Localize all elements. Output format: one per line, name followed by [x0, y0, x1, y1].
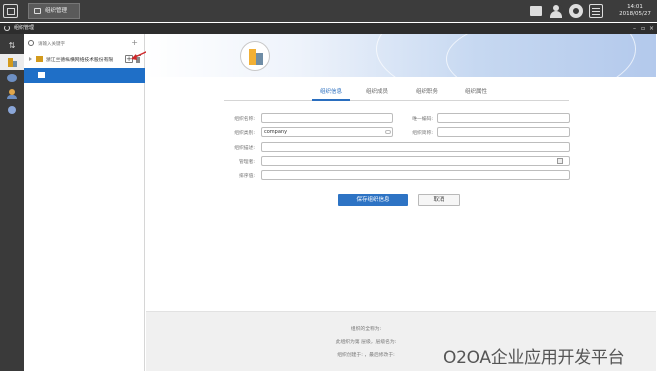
org-tree-panel: + 浙江兰德纵横网络技术股份有限 +: [24, 34, 145, 371]
manager-label: 管理者:: [238, 160, 255, 165]
mail-icon[interactable]: [529, 4, 543, 18]
platform-watermark: O2OA企业应用开发平台: [443, 348, 625, 368]
folder-icon: [36, 56, 43, 62]
org-avatar: [240, 41, 270, 71]
nav-role[interactable]: [0, 102, 24, 118]
home-logo-icon[interactable]: [3, 4, 18, 18]
tab-org-info[interactable]: 组织信息: [312, 87, 350, 95]
left-nav-rail: ⇅: [0, 34, 24, 371]
taskbar-item-label: 组织管理: [45, 8, 68, 14]
person-picker-icon[interactable]: [557, 158, 563, 164]
role-icon: [7, 105, 17, 115]
tab-org-attributes[interactable]: 组织属性: [457, 87, 495, 95]
group-icon: [7, 73, 17, 83]
description-label: 组织描述:: [234, 146, 255, 151]
refresh-icon[interactable]: [4, 25, 10, 31]
tree-node-root-org[interactable]: 浙江兰德纵横网络技术股份有限 +: [24, 52, 145, 67]
minimize-icon[interactable]: –: [633, 23, 636, 34]
window-icon: [34, 8, 41, 14]
nav-person[interactable]: [0, 86, 24, 102]
description-field[interactable]: [261, 142, 570, 152]
type-label: 组织类别:: [234, 131, 255, 136]
search-input[interactable]: [38, 39, 128, 49]
manager-field[interactable]: [261, 156, 570, 166]
sort-toggle[interactable]: ⇅: [0, 38, 24, 54]
tab-bar: 组织信息 组织成员 组织职务 组织属性: [146, 87, 656, 99]
type-selector-icon[interactable]: [385, 130, 391, 134]
summary-level: 此组织为第 层级，层级名为:: [335, 340, 397, 345]
cancel-button[interactable]: 取消: [418, 194, 460, 206]
clock: 14:01 2018/05/27: [615, 4, 655, 18]
window-title-bar: 组织管理 – ▫ ×: [0, 23, 657, 34]
name-label: 组织名称:: [234, 117, 255, 122]
tab-org-members[interactable]: 组织成员: [358, 87, 396, 95]
help-lifebuoy-icon[interactable]: [569, 4, 583, 18]
save-org-button[interactable]: 保存组织信息: [338, 194, 408, 206]
expand-caret-icon[interactable]: [29, 57, 32, 61]
sort-icon: ⇅: [8, 41, 16, 50]
restore-icon[interactable]: ▫: [641, 23, 645, 34]
org-detail-panel: 组织信息 组织成员 组织职务 组织属性 组织名称: 唯一编码: 组织类别: 组织…: [146, 34, 656, 371]
building-icon: [7, 57, 17, 67]
tree-node-label: 浙江兰德纵横网络技术股份有限: [46, 58, 114, 63]
clock-date: 2018/05/27: [619, 11, 651, 17]
tree-node-new-org[interactable]: [24, 68, 145, 83]
taskbar-item-org-management[interactable]: 组织管理: [28, 3, 80, 19]
active-tab-indicator: [312, 99, 350, 101]
short-name-field[interactable]: [437, 127, 570, 137]
top-bar: 组织管理 14:01 2018/05/27: [0, 0, 657, 22]
building-icon: [249, 49, 256, 65]
window-title: 组织管理: [14, 25, 35, 31]
person-icon: [7, 89, 17, 99]
clock-time: 14:01: [627, 4, 643, 10]
nav-group[interactable]: [0, 70, 24, 86]
short-name-label: 组织简称:: [412, 131, 433, 136]
summary-dates: 组织创建于: ，最后修改于:: [337, 353, 395, 358]
nav-organization[interactable]: [0, 54, 24, 70]
unique-code-label: 唯一编码:: [412, 117, 433, 122]
add-top-org-button[interactable]: +: [131, 38, 138, 48]
org-type-field[interactable]: [261, 127, 393, 137]
order-label: 排序值:: [238, 174, 255, 179]
summary-full-name: 组织的全称为:: [350, 327, 382, 332]
order-field[interactable]: [261, 170, 570, 180]
banner-wave: [446, 34, 656, 77]
tree-search: +: [27, 38, 142, 49]
user-icon[interactable]: [549, 4, 563, 18]
folder-icon: [38, 72, 45, 78]
search-icon: [28, 40, 34, 46]
tab-org-duties[interactable]: 组织职务: [408, 87, 446, 95]
header-banner: [146, 34, 656, 77]
tab-divider: [224, 100, 569, 101]
org-name-field[interactable]: [261, 113, 393, 123]
building-icon: [256, 53, 263, 65]
close-icon[interactable]: ×: [649, 23, 654, 34]
menu-list-icon[interactable]: [589, 4, 603, 18]
unique-code-field[interactable]: [437, 113, 570, 123]
